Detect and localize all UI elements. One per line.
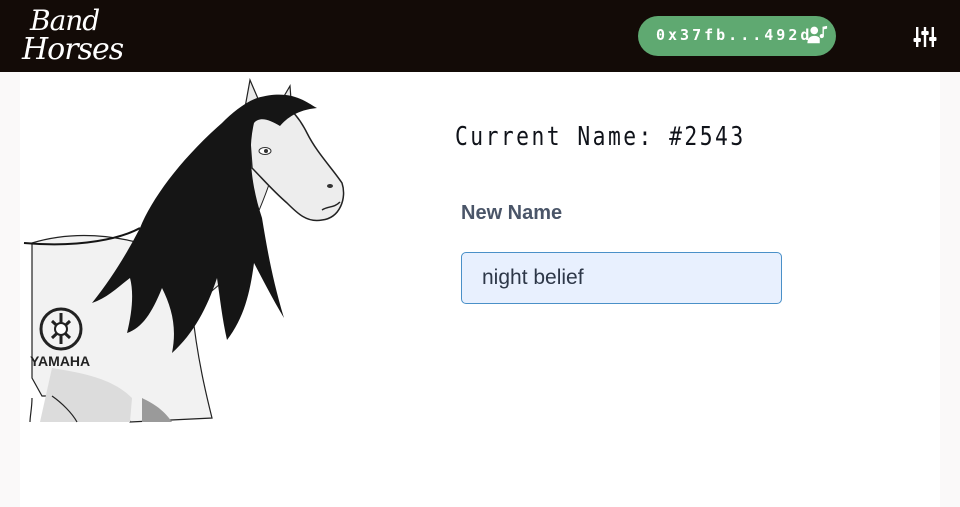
new-name-input[interactable] (461, 252, 782, 304)
sliders-icon[interactable] (912, 24, 938, 50)
logo-word-horses: Horses (22, 32, 124, 67)
top-bar: Band Horses 0x37fb...492d (0, 0, 960, 72)
band-horses-logo[interactable]: Band Horses (22, 2, 124, 70)
wallet-address: 0x37fb...492d (656, 26, 813, 44)
page-margin-left (0, 72, 20, 507)
wallet-address-button[interactable]: 0x37fb...492d (638, 16, 836, 56)
sponsor-label: YAMAHA (30, 353, 90, 369)
page-margin-right (940, 72, 960, 507)
account-music-icon (807, 25, 828, 44)
current-name: Current Name: #2543 (455, 122, 746, 152)
new-name-label: New Name (461, 202, 563, 224)
horse-illustration: YAMAHA (23, 78, 345, 423)
